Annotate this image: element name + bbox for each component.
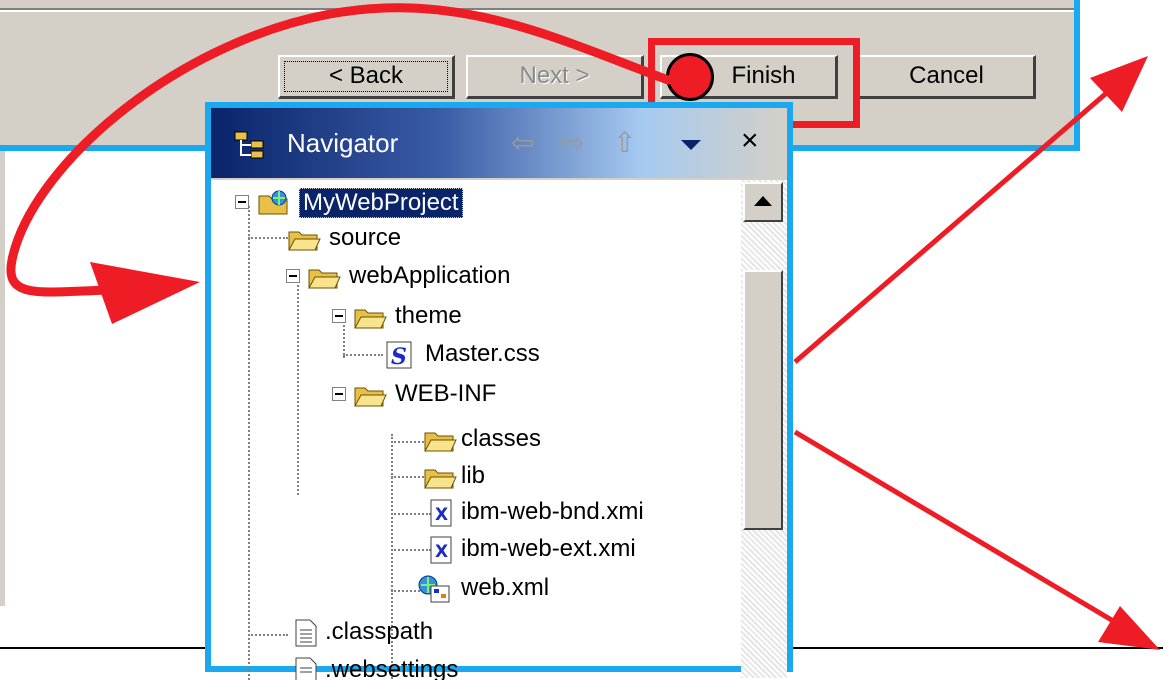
tree-item-label: lib [461, 462, 486, 489]
up-arrow-icon[interactable]: ⇧ [613, 126, 636, 159]
tree-item-web-xml[interactable]: web.xml [417, 572, 717, 608]
back-button[interactable]: < Back [278, 55, 455, 99]
close-icon[interactable]: × [741, 124, 759, 158]
tree-item-source[interactable]: source [287, 222, 487, 258]
web-xml-icon [418, 575, 450, 603]
navigator-title: Navigator [287, 128, 399, 158]
xmi-file-icon: X [430, 536, 452, 564]
navigator-icon [234, 131, 264, 159]
separator-highlight [0, 10, 1074, 12]
tree-line [297, 280, 299, 495]
tree-item-ibm-web-bnd[interactable]: X ibm-web-bnd.xmi [423, 496, 723, 532]
collapse-toggle[interactable] [332, 309, 346, 323]
next-button-label: Next > [519, 62, 590, 89]
folder-icon [288, 231, 321, 251]
scroll-up-button[interactable] [743, 182, 783, 222]
tree-line [343, 354, 383, 356]
collapse-toggle[interactable] [235, 195, 249, 209]
tree-item-label: source [329, 224, 402, 251]
svg-text:S: S [391, 344, 407, 370]
arrow-head-lower [1098, 606, 1160, 650]
collapse-toggle[interactable] [286, 269, 300, 283]
tree-item-mywebproject[interactable]: MyWebProject [235, 186, 535, 222]
scroll-thumb[interactable] [743, 270, 783, 530]
tree-item-label: .websettings [325, 656, 459, 680]
folder-icon [308, 269, 341, 289]
navigator-tree: MyWebProject source webApplication theme… [211, 180, 741, 680]
tree-line [248, 237, 288, 239]
tree-item-label: classes [461, 425, 542, 452]
tree-item-web-inf[interactable]: WEB-INF [332, 378, 533, 414]
view-menu-icon[interactable] [681, 140, 701, 150]
left-arrow-icon[interactable]: ⇦ [511, 126, 534, 159]
tree-item-classpath[interactable]: .classpath [287, 616, 527, 652]
tree-item-webapplication[interactable]: webApplication [286, 260, 587, 296]
tree-line [248, 206, 250, 680]
tree-item-label: theme [395, 302, 462, 329]
tree-item-label: ibm-web-ext.xmi [461, 535, 636, 562]
tree-item-ibm-web-ext[interactable]: X ibm-web-ext.xmi [423, 533, 723, 569]
tree-line [248, 634, 288, 636]
focus-rect [284, 61, 448, 92]
svg-text:X: X [435, 505, 448, 525]
navigator-view: Navigator ⇦ ⇨ ⇧ × MyWebProject source we… [205, 102, 793, 680]
text-file-icon [295, 619, 317, 647]
web-project-icon [258, 190, 288, 215]
cancel-button-label: Cancel [909, 62, 984, 89]
tree-item-label: webApplication [349, 262, 511, 289]
folder-icon [354, 387, 387, 407]
xmi-file-icon: X [430, 499, 452, 527]
folder-icon [354, 309, 387, 329]
folder-icon [424, 432, 457, 452]
svg-text:X: X [435, 542, 448, 562]
left-panel-edge [0, 151, 5, 606]
tree-item-classes[interactable]: classes [423, 423, 623, 459]
click-marker [666, 53, 714, 101]
tree-item-websettings[interactable]: .websettings [287, 654, 527, 680]
tree-item-label: MyWebProject [299, 188, 463, 218]
curved-arrow-head [90, 262, 200, 324]
tree-item-theme[interactable]: theme [332, 300, 533, 336]
cancel-button[interactable]: Cancel [858, 55, 1036, 99]
text-file-icon [295, 657, 317, 680]
tree-item-label: web.xml [461, 574, 550, 601]
css-file-icon: S [386, 341, 412, 370]
tree-item-label: WEB-INF [395, 380, 497, 407]
arrow-line-lower [793, 429, 1122, 628]
vertical-scrollbar[interactable] [741, 180, 787, 678]
collapse-toggle[interactable] [332, 387, 346, 401]
right-arrow-icon[interactable]: ⇨ [561, 126, 584, 159]
tree-item-master-css[interactable]: S Master.css [383, 338, 623, 374]
tree-item-label: Master.css [425, 340, 540, 367]
tree-item-lib[interactable]: lib [423, 460, 623, 496]
tree-item-label: .classpath [325, 618, 434, 645]
next-button[interactable]: Next > [466, 55, 644, 99]
navigator-titlebar: Navigator ⇦ ⇨ ⇧ × [211, 108, 787, 180]
tree-item-label: ibm-web-bnd.xmi [461, 498, 644, 525]
arrow-head-upper [1090, 56, 1148, 112]
folder-icon [424, 469, 457, 489]
